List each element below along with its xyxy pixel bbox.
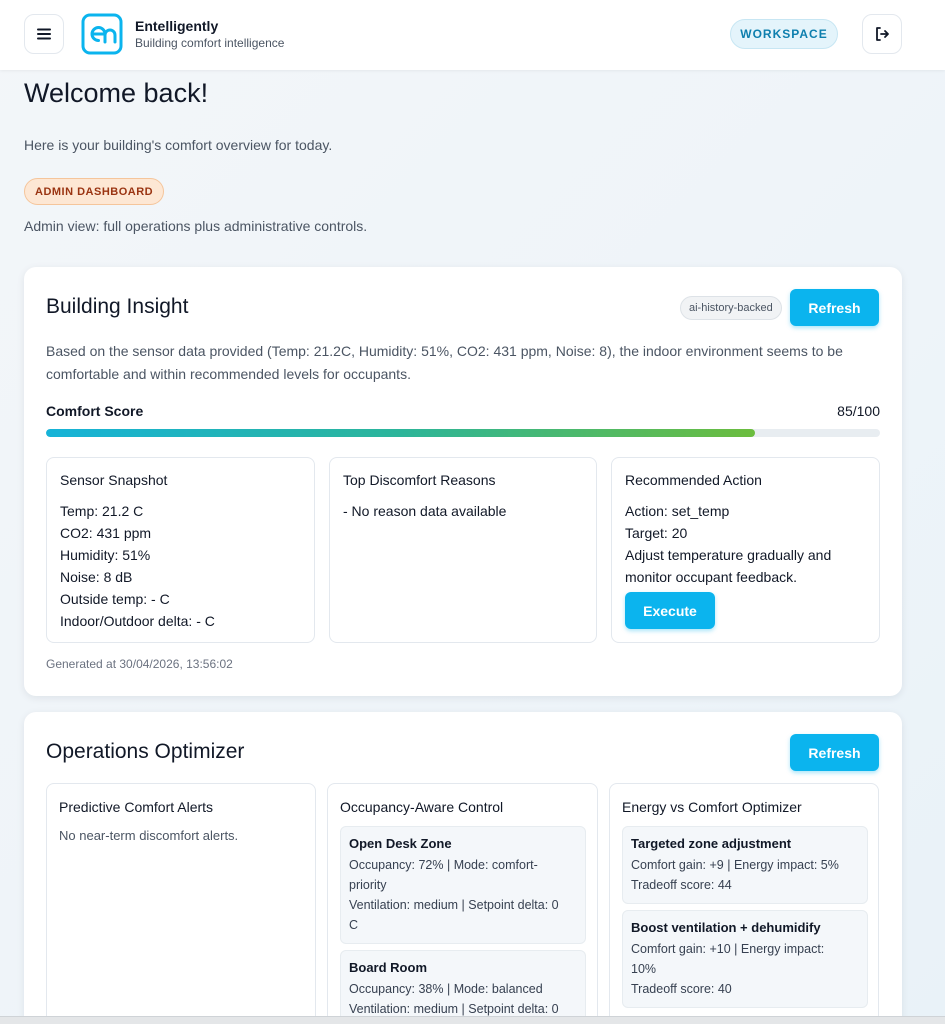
zone-name: Board Room <box>349 960 427 975</box>
sensor-line: Noise: 8 dB <box>60 569 133 585</box>
option-line: Tradeoff score: 44 <box>631 878 732 892</box>
energy-optimizer-panel: Energy vs Comfort Optimizer Targeted zon… <box>609 783 879 1024</box>
brand-logo-icon <box>81 13 123 55</box>
panel-title: Occupancy-Aware Control <box>340 799 504 815</box>
zone-line: Ventilation: medium | Setpoint delta: 0 <box>349 898 559 912</box>
discomfort-lines: - No reason data available <box>343 500 506 522</box>
comfort-score-fill <box>46 429 755 437</box>
zone-line: priority <box>349 878 387 892</box>
predictive-alerts-panel: Predictive Comfort Alerts No near-term d… <box>46 783 316 1024</box>
card-title: Operations Optimizer <box>46 740 245 763</box>
option-line: 10% <box>631 962 657 976</box>
comfort-score-label: Comfort Score <box>46 403 144 419</box>
occupancy-control-panel: Occupancy-Aware Control Open Desk Zone O… <box>327 783 598 1024</box>
option-line: Comfort gain: +10 | Energy impact: <box>631 942 825 956</box>
zone-name: Open Desk Zone <box>349 836 452 851</box>
zone-line: C <box>349 918 359 932</box>
role-note: Admin view: full operations plus adminis… <box>24 218 368 234</box>
brand-name: Entelligently <box>135 18 219 34</box>
role-badge: ADMIN DASHBOARD <box>24 178 165 205</box>
option-line: Comfort gain: +9 | Energy impact: 5% <box>631 858 839 872</box>
zone-line: Occupancy: 72% | Mode: comfort- <box>349 858 538 872</box>
panel-title: Recommended Action <box>625 472 762 488</box>
panel-title: Predictive Comfort Alerts <box>59 799 214 815</box>
sensor-line: Outside temp: - C <box>60 591 170 607</box>
option-card: Boost ventilation + dehumidify Comfort g… <box>622 910 868 1008</box>
page-title: Welcome back! <box>24 78 209 108</box>
menu-button[interactable] <box>24 14 64 54</box>
panel-title: Top Discomfort Reasons <box>343 472 496 488</box>
comfort-score-value: 85/100 <box>837 403 880 419</box>
action-line: Target: 20 <box>625 525 688 541</box>
page-subtitle: Here is your building's comfort overview… <box>24 137 333 153</box>
comfort-score-bar <box>46 429 880 437</box>
action-lines: Action: set_temp Target: 20 Adjust tempe… <box>625 500 831 588</box>
top-bar: Entelligently Building comfort intellige… <box>0 0 945 70</box>
ops-refresh-button[interactable]: Refresh <box>790 734 879 771</box>
building-insight-card: Building Insight ai-history-backed Refre… <box>24 267 902 696</box>
insight-refresh-button[interactable]: Refresh <box>790 289 879 326</box>
discomfort-line: - No reason data available <box>343 503 507 519</box>
insight-summary: Based on the sensor data provided (Temp:… <box>46 343 843 382</box>
action-line: Adjust temperature gradually and <box>625 547 832 563</box>
option-line: Tradeoff score: 40 <box>631 982 732 996</box>
panel-title: Energy vs Comfort Optimizer <box>622 799 802 815</box>
sensor-line: Humidity: 51% <box>60 547 151 563</box>
zone-line: Occupancy: 38% | Mode: balanced <box>349 982 543 996</box>
sensor-line: Indoor/Outdoor delta: - C <box>60 613 215 629</box>
sensor-line: CO2: 431 ppm <box>60 525 152 541</box>
alerts-empty-message: No near-term discomfort alerts. <box>59 828 239 843</box>
recommended-action-panel: Recommended Action Action: set_temp Targ… <box>611 457 880 643</box>
option-name: Boost ventilation + dehumidify <box>631 920 821 935</box>
execute-button[interactable]: Execute <box>625 592 715 629</box>
sensor-line: Temp: 21.2 C <box>60 503 144 519</box>
browser-bottom-strip <box>0 1016 945 1024</box>
panel-title: Sensor Snapshot <box>60 472 168 488</box>
logout-icon <box>876 27 889 41</box>
sensor-lines: Temp: 21.2 C CO2: 431 ppm Humidity: 51% … <box>60 500 215 632</box>
discomfort-reasons-panel: Top Discomfort Reasons - No reason data … <box>329 457 597 643</box>
operations-optimizer-card: Operations Optimizer Refresh Predictive … <box>24 712 902 1024</box>
action-line: monitor occupant feedback. <box>625 569 797 585</box>
hamburger-menu-icon <box>37 28 51 40</box>
workspace-button[interactable]: WORKSPACE <box>730 19 838 49</box>
card-title: Building Insight <box>46 295 189 318</box>
logout-button[interactable] <box>862 14 902 54</box>
action-line: Action: set_temp <box>625 503 730 519</box>
zone-card: Board Room Occupancy: 38% | Mode: balanc… <box>340 950 586 1024</box>
source-tag: ai-history-backed <box>680 296 782 320</box>
generated-timestamp: Generated at 30/04/2026, 13:56:02 <box>46 657 233 671</box>
sensor-snapshot-panel: Sensor Snapshot Temp: 21.2 C CO2: 431 pp… <box>46 457 315 643</box>
zone-card: Open Desk Zone Occupancy: 72% | Mode: co… <box>340 826 586 944</box>
option-card: Targeted zone adjustment Comfort gain: +… <box>622 826 868 904</box>
option-name: Targeted zone adjustment <box>631 836 792 851</box>
brand-tagline: Building comfort intelligence <box>135 36 285 50</box>
